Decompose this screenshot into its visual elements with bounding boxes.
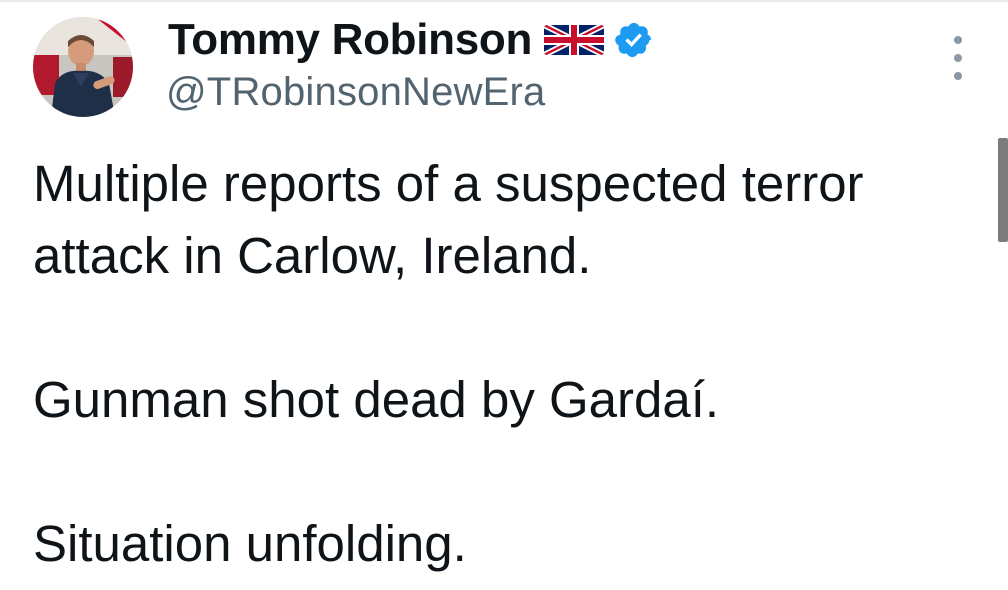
tweet-paragraph: Gunman shot dead by Gardaí.: [33, 371, 720, 428]
tweet-paragraph: Multiple reports of a suspected terror a…: [33, 155, 864, 284]
more-options-button[interactable]: [944, 36, 972, 80]
tweet-paragraph: Situation unfolding.: [33, 515, 467, 572]
author-handle[interactable]: @TRobinsonNewEra: [166, 70, 546, 115]
author-name-row: Tommy Robinson: [168, 12, 654, 68]
more-vertical-icon-dot: [954, 54, 962, 62]
scrollbar-thumb[interactable]: [998, 138, 1008, 242]
uk-flag-icon: [544, 20, 605, 60]
tweet-text: Multiple reports of a suspected terror a…: [33, 148, 983, 580]
verified-badge-icon[interactable]: [614, 20, 654, 60]
more-vertical-icon: [954, 36, 962, 44]
avatar[interactable]: [33, 17, 133, 117]
profile-photo-icon: [33, 17, 133, 117]
top-divider: [0, 0, 1008, 2]
more-vertical-icon-dot: [954, 72, 962, 80]
author-display-name[interactable]: Tommy Robinson: [168, 15, 532, 65]
